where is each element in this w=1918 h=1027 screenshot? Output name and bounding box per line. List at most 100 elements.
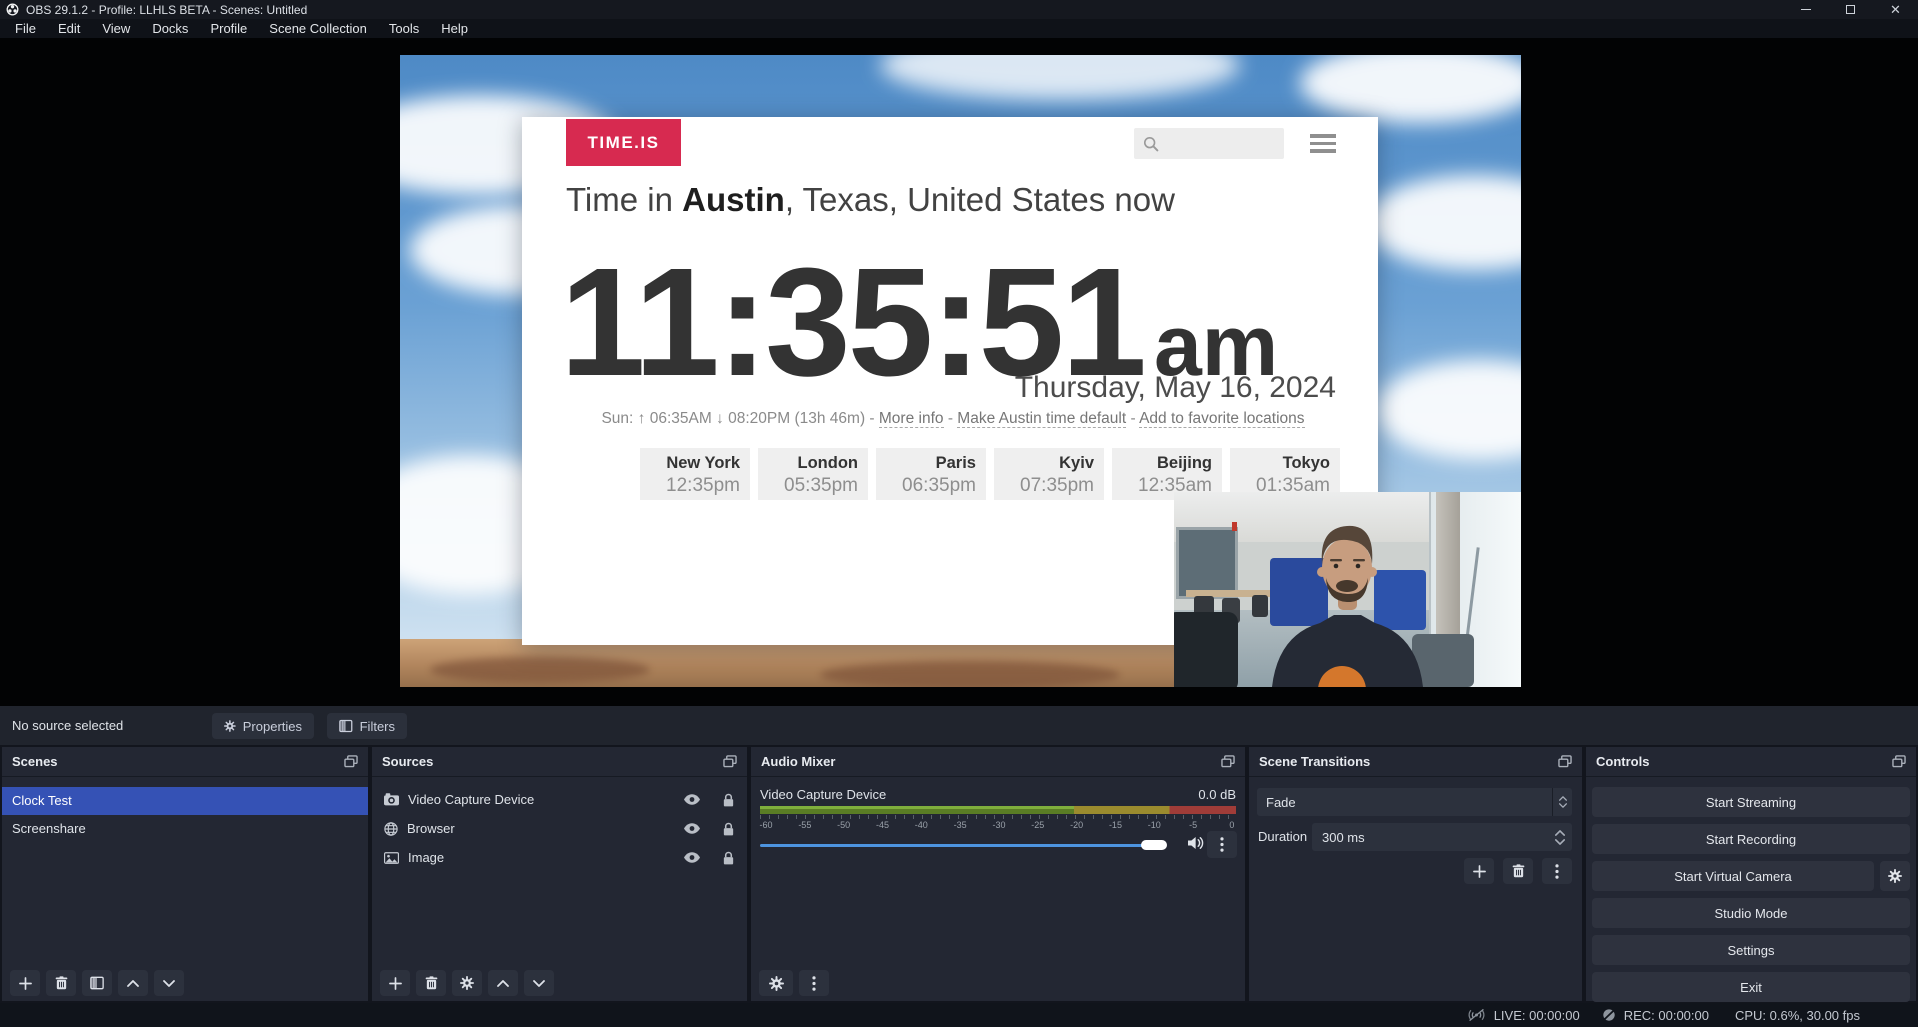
transition-menu-button[interactable] <box>1542 858 1572 884</box>
mixer-channel-name: Video Capture Device <box>760 787 886 802</box>
audio-mixer-title: Audio Mixer <box>761 754 835 769</box>
trash-icon <box>1512 864 1525 878</box>
menu-file[interactable]: File <box>4 19 47 38</box>
source-properties-button[interactable] <box>452 970 482 996</box>
popout-icon <box>1892 755 1906 768</box>
city-tile: London05:35pm <box>758 448 868 500</box>
make-default-link: Make Austin time default <box>957 410 1126 428</box>
scene-item-screenshare[interactable]: Screenshare <box>2 815 368 843</box>
advanced-audio-button[interactable] <box>759 970 793 996</box>
duration-spinbox[interactable]: 300 ms <box>1312 823 1572 851</box>
audio-mixer-panel: Audio Mixer Video Capture Device 0.0 dB … <box>751 747 1245 1001</box>
preview-canvas[interactable]: TIME.IS Time in Austin, Texas, United St… <box>0 38 1918 706</box>
status-bar: LIVE: 00:00:00 REC: 00:00:00 CPU: 0.6%, … <box>0 1003 1918 1027</box>
start-virtual-camera-button[interactable]: Start Virtual Camera <box>1592 861 1874 891</box>
cpu-fps-stats: CPU: 0.6%, 30.00 fps <box>1735 1008 1860 1023</box>
program-video: TIME.IS Time in Austin, Texas, United St… <box>400 55 1521 687</box>
menu-docks[interactable]: Docks <box>141 19 199 38</box>
volume-meter <box>760 806 1236 814</box>
mixer-menu-button[interactable] <box>799 970 829 996</box>
close-button[interactable]: ✕ <box>1873 0 1918 19</box>
menu-help[interactable]: Help <box>430 19 479 38</box>
exit-button[interactable]: Exit <box>1592 972 1910 1002</box>
plus-icon <box>1473 865 1486 878</box>
speaker-icon[interactable] <box>1188 836 1205 850</box>
menu-profile[interactable]: Profile <box>199 19 258 38</box>
sources-header: Sources <box>372 747 747 777</box>
filters-button[interactable]: Filters <box>327 713 407 739</box>
start-streaming-button[interactable]: Start Streaming <box>1592 787 1910 817</box>
duration-label: Duration <box>1258 823 1307 851</box>
scene-item-clock-test[interactable]: Clock Test <box>2 787 368 815</box>
add-favorite-link: Add to favorite locations <box>1139 410 1304 428</box>
rec-time: REC: 00:00:00 <box>1624 1008 1709 1023</box>
lock-icon[interactable] <box>723 851 734 865</box>
controls-title: Controls <box>1596 754 1649 769</box>
transition-select[interactable]: Fade <box>1257 788 1572 816</box>
move-scene-up-button[interactable] <box>118 970 148 996</box>
menu-tools[interactable]: Tools <box>378 19 430 38</box>
move-source-up-button[interactable] <box>488 970 518 996</box>
add-source-button[interactable] <box>380 970 410 996</box>
scenes-title: Scenes <box>12 754 58 769</box>
source-row-image[interactable]: Image <box>372 843 747 872</box>
chevron-down-icon <box>533 980 545 987</box>
live-time: LIVE: 00:00:00 <box>1494 1008 1580 1023</box>
plus-icon <box>389 977 402 990</box>
gears-icon <box>769 976 784 991</box>
source-label: Video Capture Device <box>408 792 534 807</box>
minimize-button[interactable] <box>1783 0 1828 19</box>
cloud <box>1300 55 1521 123</box>
move-scene-down-button[interactable] <box>154 970 184 996</box>
mixer-channel-menu-button[interactable] <box>1207 831 1237 858</box>
remove-source-button[interactable] <box>416 970 446 996</box>
combo-arrows-icon <box>1552 788 1572 816</box>
transitions-title: Scene Transitions <box>1259 754 1370 769</box>
menubar: File Edit View Docks Profile Scene Colle… <box>0 19 1918 38</box>
add-scene-button[interactable] <box>10 970 40 996</box>
popout-icon <box>1558 755 1572 768</box>
chevron-down-icon <box>163 980 175 987</box>
menu-edit[interactable]: Edit <box>47 19 91 38</box>
source-label: Image <box>408 850 444 865</box>
city-tile: Kyiv07:35pm <box>994 448 1104 500</box>
source-row-browser[interactable]: Browser <box>372 814 747 843</box>
lock-icon[interactable] <box>723 822 734 836</box>
kebab-menu-icon <box>1220 837 1224 852</box>
chevron-up-icon <box>497 980 509 987</box>
remove-transition-button[interactable] <box>1503 858 1533 884</box>
remove-scene-button[interactable] <box>46 970 76 996</box>
move-source-down-button[interactable] <box>524 970 554 996</box>
settings-button[interactable]: Settings <box>1592 935 1910 965</box>
city-tile: New York12:35pm <box>640 448 750 500</box>
gear-icon <box>1888 869 1902 883</box>
current-date: Thursday, May 16, 2024 <box>1015 371 1336 405</box>
scene-filters-button[interactable] <box>82 970 112 996</box>
volume-slider-handle[interactable] <box>1141 840 1167 850</box>
obs-logo-icon <box>6 3 19 16</box>
studio-mode-button[interactable]: Studio Mode <box>1592 898 1910 928</box>
lock-icon[interactable] <box>723 793 734 807</box>
eye-visible-icon[interactable] <box>684 823 700 834</box>
properties-button[interactable]: Properties <box>212 713 314 739</box>
start-recording-button[interactable]: Start Recording <box>1592 824 1910 854</box>
volume-slider[interactable] <box>760 839 1167 851</box>
maximize-button[interactable] <box>1828 0 1873 19</box>
virtual-camera-config-button[interactable] <box>1880 861 1910 891</box>
plus-icon <box>19 977 32 990</box>
record-inactive-icon <box>1602 1008 1616 1022</box>
source-row-video-capture[interactable]: Video Capture Device <box>372 785 747 814</box>
spinbox-arrows-icon[interactable] <box>1552 830 1572 845</box>
transitions-toolbar <box>1464 858 1572 884</box>
menu-scene-collection[interactable]: Scene Collection <box>258 19 378 38</box>
sources-title: Sources <box>382 754 433 769</box>
menu-view[interactable]: View <box>91 19 141 38</box>
mixer-toolbar <box>759 970 829 996</box>
dock-area: Scenes Clock Test Screenshare Sources <box>0 745 1918 1003</box>
audio-mixer-header: Audio Mixer <box>751 747 1245 777</box>
eye-visible-icon[interactable] <box>684 794 700 805</box>
eye-visible-icon[interactable] <box>684 852 700 863</box>
more-info-link: More info <box>879 410 944 428</box>
volume-slider-track[interactable] <box>760 844 1147 847</box>
add-transition-button[interactable] <box>1464 858 1494 884</box>
